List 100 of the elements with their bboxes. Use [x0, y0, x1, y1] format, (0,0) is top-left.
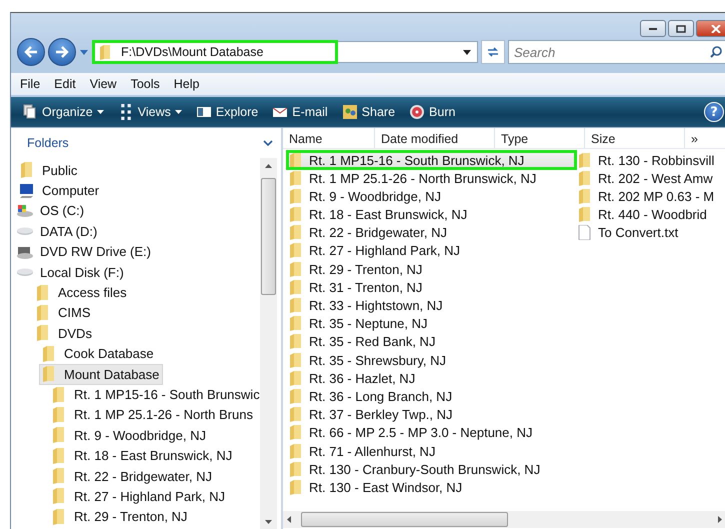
- folder-icon: [289, 425, 302, 440]
- tree-item[interactable]: Access files: [33, 282, 131, 304]
- people-icon: [342, 104, 358, 120]
- folder-icon: [578, 207, 591, 222]
- search-icon: [710, 46, 722, 58]
- tree-item[interactable]: Cook Database: [39, 343, 158, 364]
- toolbar-button[interactable]: Share: [334, 100, 402, 124]
- scroll-right-icon[interactable]: [718, 516, 722, 523]
- folder-entry[interactable]: Rt. 130 - Cranbury-South Brunswick, NJ: [287, 460, 576, 478]
- folder-entry[interactable]: Rt. 202 - West Amw: [576, 169, 725, 188]
- menu-item[interactable]: Tools: [124, 77, 167, 91]
- folder-entry[interactable]: Rt. 22 - Bridgewater, NJ: [287, 224, 576, 242]
- menu-item[interactable]: Help: [166, 77, 206, 91]
- forward-button[interactable]: [48, 38, 76, 66]
- scrollbar-thumb[interactable]: [261, 178, 276, 295]
- drive-icon: [16, 268, 34, 276]
- menu-item[interactable]: View: [82, 77, 124, 91]
- toolbar-button[interactable]: Burn: [402, 100, 462, 124]
- folder-entry[interactable]: Rt. 440 - Woodbrid: [576, 206, 725, 224]
- scrollbar[interactable]: [260, 158, 277, 529]
- tree-item[interactable]: Rt. 9 - Woodbridge, NJ: [49, 424, 210, 446]
- scroll-up-icon[interactable]: [265, 164, 272, 168]
- toolbar-button[interactable]: E-mail: [265, 100, 335, 124]
- minimize-button[interactable]: [640, 20, 666, 37]
- tree-item[interactable]: Public: [17, 160, 82, 181]
- column-header[interactable]: »: [685, 128, 698, 148]
- tree-item[interactable]: OS (C:): [15, 200, 88, 222]
- folder-entry[interactable]: Rt. 18 - East Brunswick, NJ: [287, 206, 576, 224]
- folder-icon: [289, 462, 302, 477]
- menu-item[interactable]: Edit: [47, 77, 83, 91]
- scrollbar-thumb[interactable]: [301, 512, 508, 527]
- tree-item[interactable]: Mount Database: [39, 364, 164, 385]
- folder-entry[interactable]: Rt. 130 - East Windsor, NJ: [287, 478, 576, 496]
- column-header[interactable]: Type: [495, 128, 585, 148]
- pane-title: Folders: [27, 136, 69, 150]
- folder-entry[interactable]: Rt. 35 - Neptune, NJ: [287, 314, 576, 333]
- folder-entry[interactable]: Rt. 31 - Trenton, NJ: [287, 278, 576, 296]
- refresh-button[interactable]: [481, 40, 505, 64]
- chevron-down-icon[interactable]: [263, 140, 273, 146]
- folder-entry[interactable]: Rt. 71 - Allenhurst, NJ: [287, 442, 576, 460]
- folder-entry[interactable]: Rt. 130 - Robbinsvill: [576, 151, 725, 169]
- tree-item[interactable]: Rt. 18 - East Brunswick, NJ: [49, 445, 236, 466]
- toolbar-button[interactable]: Views: [110, 100, 189, 124]
- tree-item[interactable]: DVD RW Drive (E:): [15, 241, 155, 262]
- folder-entry[interactable]: Rt. 37 - Berkley Twp., NJ: [287, 406, 576, 424]
- column-header[interactable]: Size: [585, 128, 685, 148]
- scroll-down-icon[interactable]: [265, 520, 272, 524]
- column-header[interactable]: Name: [283, 128, 375, 148]
- folder-entry[interactable]: Rt. 66 - MP 2.5 - MP 3.0 - Neptune, NJ: [287, 424, 576, 442]
- tree-item[interactable]: Rt. 27 - Highland Park, NJ: [49, 486, 230, 507]
- scroll-left-icon[interactable]: [287, 516, 291, 523]
- search-field[interactable]: Search: [508, 40, 725, 64]
- folder-icon: [289, 316, 302, 332]
- tree-item[interactable]: Computer: [17, 180, 104, 202]
- back-button[interactable]: [17, 38, 45, 66]
- folder-icon: [289, 334, 302, 350]
- folder-entry[interactable]: Rt. 36 - Hazlet, NJ: [287, 369, 576, 388]
- maximize-button[interactable]: [668, 20, 694, 37]
- folder-icon: [289, 388, 302, 404]
- tree-item[interactable]: Rt. 22 - Bridgewater, NJ: [49, 466, 216, 487]
- folder-entry[interactable]: Rt. 35 - Shrewsbury, NJ: [287, 351, 576, 370]
- monitor-icon: [18, 182, 36, 199]
- tree-item[interactable]: CIMS: [33, 302, 94, 324]
- folder-icon: [289, 243, 302, 258]
- tree-item[interactable]: DATA (D:): [15, 220, 102, 242]
- dropdown-arrow-icon[interactable]: [463, 50, 471, 54]
- pages-icon: [22, 104, 38, 120]
- toolbar-button[interactable]: Explore: [188, 100, 266, 124]
- folder-entry[interactable]: Rt. 29 - Trenton, NJ: [287, 260, 576, 278]
- folder-entry[interactable]: Rt. 9 - Woodbridge, NJ: [287, 187, 576, 206]
- address-bar[interactable]: F:\DVDs\Mount Database: [92, 40, 338, 64]
- column-header[interactable]: Date modified: [375, 128, 495, 148]
- arrow-right-icon: [55, 46, 69, 58]
- folder-icon: [289, 170, 302, 186]
- history-dropdown-icon[interactable]: [80, 50, 88, 54]
- tree-item[interactable]: Rt. 1 MP15-16 - South Brunswic: [49, 384, 260, 405]
- menu-item[interactable]: File: [13, 77, 48, 91]
- folder-entry[interactable]: Rt. 36 - Long Branch, NJ: [287, 387, 576, 406]
- folder-icon: [578, 188, 591, 204]
- folder-entry[interactable]: Rt. 33 - Hightstown, NJ: [287, 296, 576, 314]
- folder-entry[interactable]: Rt. 1 MP15-16 - South Brunswick, NJ: [287, 151, 576, 169]
- folder-icon: [289, 280, 302, 295]
- toolbar-button[interactable]: Organize: [15, 100, 111, 124]
- folder-icon: [289, 225, 302, 240]
- document-entry[interactable]: To Convert.txt: [576, 224, 725, 242]
- arrow-left-icon: [24, 46, 38, 58]
- folder-entry[interactable]: Rt. 27 - Highland Park, NJ: [287, 242, 576, 260]
- tree-item[interactable]: Rt. 1 MP 25.1-26 - North Bruns: [49, 404, 257, 426]
- address-path: F:\DVDs\Mount Database: [121, 45, 264, 59]
- close-icon: [711, 24, 721, 32]
- folder-entry[interactable]: Rt. 202 MP 0.63 - M: [576, 187, 725, 206]
- tree-item[interactable]: Rt. 29 - Trenton, NJ: [49, 506, 192, 528]
- close-button[interactable]: [696, 20, 725, 37]
- folder-entry[interactable]: Rt. 1 MP 25.1-26 - North Brunswick, NJ: [287, 169, 576, 188]
- tree-item[interactable]: DVDs: [33, 322, 96, 344]
- tree-item[interactable]: Local Disk (F:): [15, 262, 128, 283]
- scrollbar[interactable]: [283, 511, 725, 528]
- folder-icon: [289, 370, 302, 386]
- folder-entry[interactable]: Rt. 35 - Red Bank, NJ: [287, 332, 576, 351]
- folder-icon: [289, 407, 302, 422]
